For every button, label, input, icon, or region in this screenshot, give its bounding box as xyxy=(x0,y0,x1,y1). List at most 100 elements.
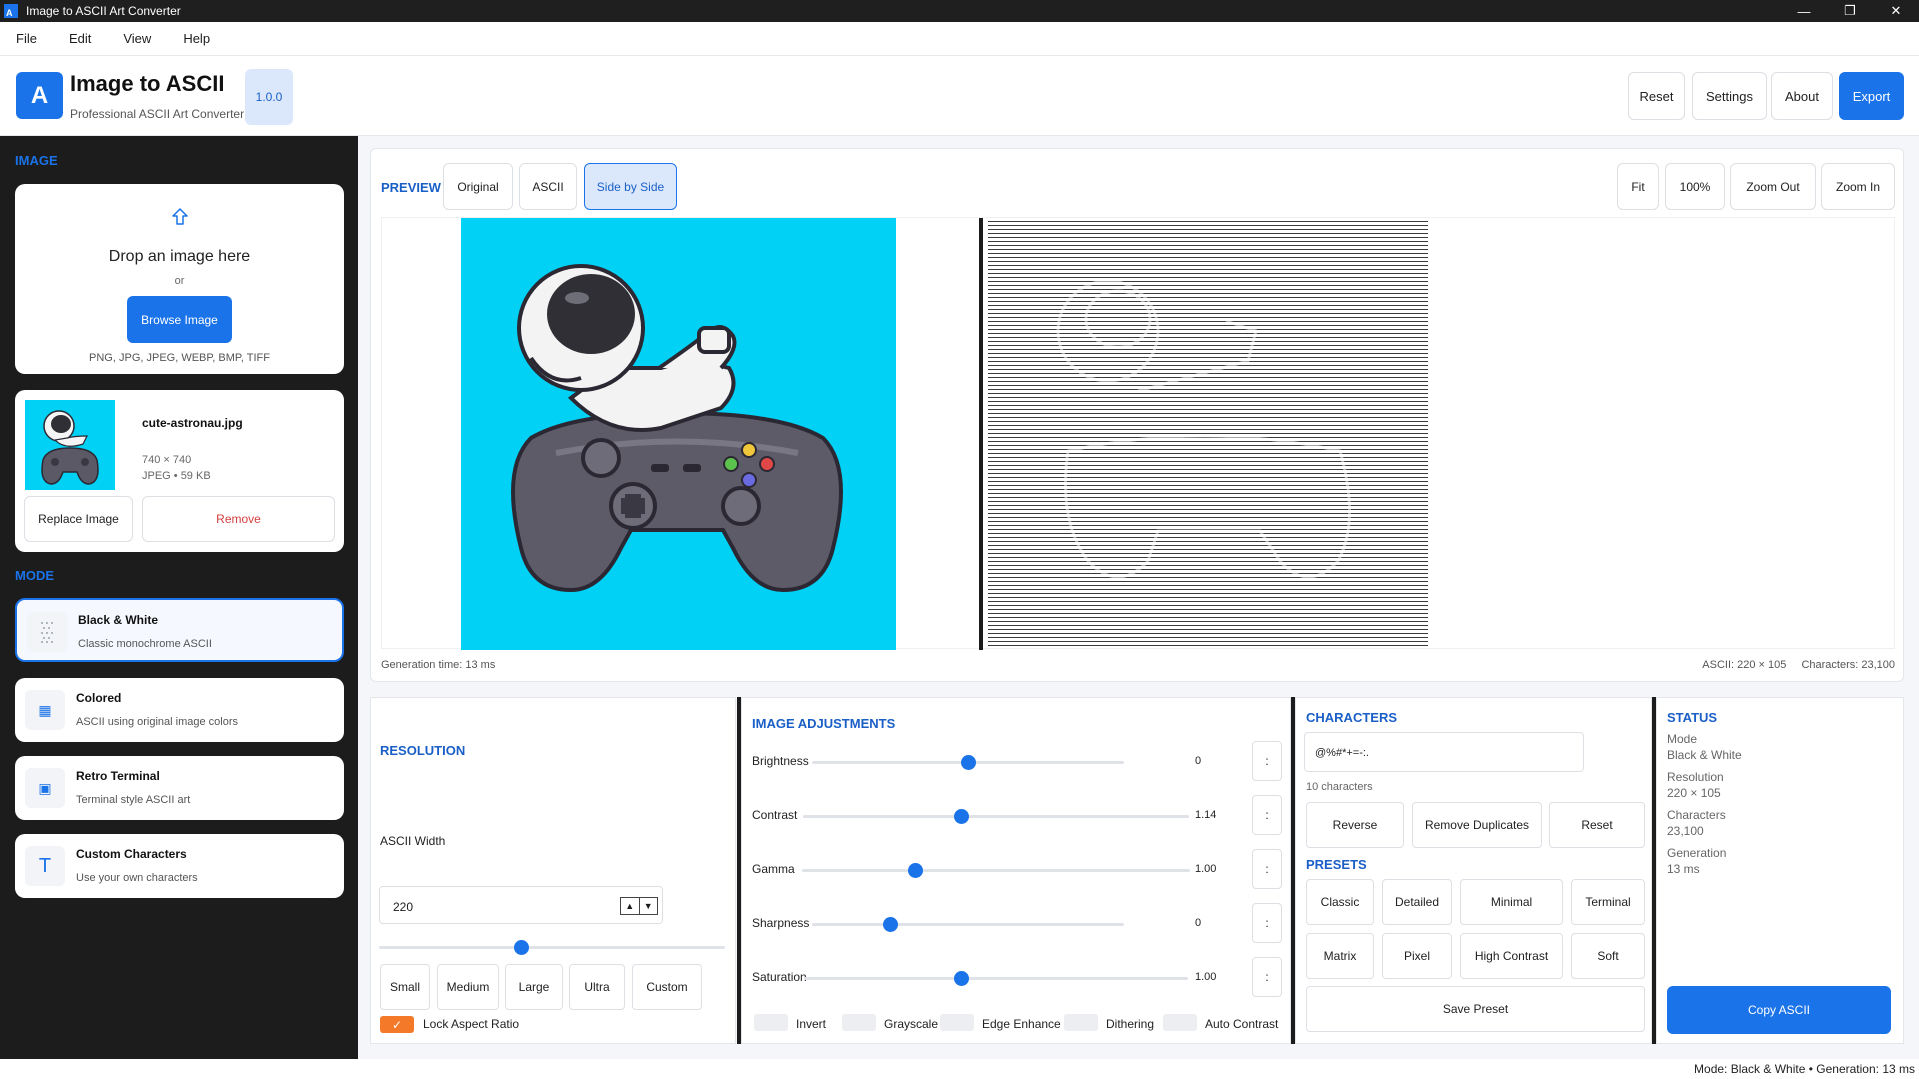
replace-image-button[interactable]: Replace Image xyxy=(24,496,133,542)
zoom-in-button[interactable]: Zoom In xyxy=(1821,163,1895,210)
save-preset-button[interactable]: Save Preset xyxy=(1306,986,1645,1032)
saturation-slider-thumb[interactable] xyxy=(954,971,970,986)
preset-pixel-button[interactable]: Pixel xyxy=(1382,933,1452,979)
file-dimensions: 740 × 740 xyxy=(142,454,192,466)
maximize-icon[interactable]: ❐ xyxy=(1827,0,1873,22)
saturation-options-button[interactable]: : xyxy=(1252,957,1282,997)
gamma-slider-thumb[interactable] xyxy=(907,863,923,878)
menu-help[interactable]: Help xyxy=(167,31,210,46)
brightness-options-button[interactable]: : xyxy=(1252,741,1282,781)
tab-side-by-side[interactable]: Side by Side xyxy=(584,163,677,210)
preset-classic-button[interactable]: Classic xyxy=(1306,879,1374,925)
status-resolution-value: 220 × 105 xyxy=(1667,786,1721,800)
mode-title: Black & White xyxy=(78,613,159,627)
size-small-button[interactable]: Small xyxy=(380,964,430,1010)
preset-terminal-button[interactable]: Terminal xyxy=(1571,879,1645,925)
grayscale-checkbox[interactable] xyxy=(842,1014,876,1031)
mode-section-label: MODE xyxy=(15,568,54,583)
browse-image-button[interactable]: Browse Image xyxy=(127,296,232,343)
characters-title: CHARACTERS xyxy=(1306,710,1397,725)
stepper-up-icon[interactable]: ▲ xyxy=(621,898,640,914)
sharpness-slider-thumb[interactable] xyxy=(883,917,898,932)
reset-characters-button[interactable]: Reset xyxy=(1549,802,1645,848)
brightness-slider-thumb[interactable] xyxy=(961,755,976,770)
size-large-button[interactable]: Large xyxy=(505,964,563,1010)
preview-area[interactable] xyxy=(381,217,1895,650)
file-meta: JPEG • 59 KB xyxy=(142,470,211,482)
character-count: Characters: 23,100 xyxy=(1801,659,1895,671)
zoom-100-button[interactable]: 100% xyxy=(1665,163,1725,210)
menu-file[interactable]: File xyxy=(0,31,37,46)
check-icon: ✓ xyxy=(391,1017,403,1032)
preset-detailed-button[interactable]: Detailed xyxy=(1382,879,1452,925)
reverse-button[interactable]: Reverse xyxy=(1306,802,1404,848)
mode-retro-terminal[interactable]: ▣ Retro Terminal Terminal style ASCII ar… xyxy=(15,756,344,820)
gamma-options-button[interactable]: : xyxy=(1252,849,1282,889)
sharpness-label: Sharpness xyxy=(752,916,810,930)
mode-desc: ASCII using original image colors xyxy=(76,716,239,728)
sharpness-options-button[interactable]: : xyxy=(1252,903,1282,943)
edge-enhance-label: Edge Enhance xyxy=(982,1017,1061,1031)
mode-black-white[interactable]: Black & White Classic monochrome ASCII xyxy=(15,598,344,662)
remove-image-button[interactable]: Remove xyxy=(142,496,335,542)
dithering-checkbox[interactable] xyxy=(1064,1014,1098,1031)
minimize-icon[interactable]: — xyxy=(1781,0,1827,22)
edge-enhance-checkbox[interactable] xyxy=(940,1014,974,1031)
export-button[interactable]: Export xyxy=(1839,72,1904,120)
mode-colored[interactable]: ▦ Colored ASCII using original image col… xyxy=(15,678,344,742)
contrast-slider-thumb[interactable] xyxy=(954,809,970,824)
generation-time: Generation time: 13 ms xyxy=(381,659,496,671)
resolution-title: RESOLUTION xyxy=(380,743,466,758)
terminal-icon: ▣ xyxy=(25,768,65,808)
preset-high-contrast-button[interactable]: High Contrast xyxy=(1460,933,1563,979)
tab-original[interactable]: Original xyxy=(443,163,513,210)
tab-ascii[interactable]: ASCII xyxy=(519,163,577,210)
status-mode-key: Mode xyxy=(1667,732,1698,746)
dotted-grid-icon xyxy=(27,612,67,652)
remove-duplicates-button[interactable]: Remove Duplicates xyxy=(1412,802,1542,848)
width-stepper[interactable]: ▲ ▼ xyxy=(620,897,658,915)
status-generation-value: 13 ms xyxy=(1667,862,1700,876)
invert-checkbox[interactable] xyxy=(754,1014,788,1031)
grid-icon: ▦ xyxy=(25,690,65,730)
split-divider[interactable] xyxy=(979,218,983,650)
stepper-down-icon[interactable]: ▼ xyxy=(640,898,658,914)
close-icon[interactable]: ✕ xyxy=(1873,0,1919,22)
image-adjustments-panel: IMAGE ADJUSTMENTS Brightness 0 : Contras… xyxy=(741,697,1291,1044)
ascii-width-input[interactable]: 220 ▲ ▼ xyxy=(379,886,663,924)
reset-button[interactable]: Reset xyxy=(1628,72,1685,120)
auto-contrast-checkbox[interactable] xyxy=(1163,1014,1197,1031)
dithering-label: Dithering xyxy=(1106,1017,1155,1031)
status-mode-value: Black & White xyxy=(1667,748,1742,762)
size-custom-button[interactable]: Custom xyxy=(632,964,702,1010)
saturation-slider[interactable] xyxy=(804,977,1188,980)
sidebar: IMAGE Drop an image here or Browse Image… xyxy=(0,136,358,1059)
ascii-output xyxy=(988,221,1428,647)
zoom-out-button[interactable]: Zoom Out xyxy=(1730,163,1816,210)
preset-soft-button[interactable]: Soft xyxy=(1571,933,1645,979)
file-name: cute-astronau.jpg xyxy=(142,416,243,430)
preset-matrix-button[interactable]: Matrix xyxy=(1306,933,1374,979)
menu-edit[interactable]: Edit xyxy=(53,31,91,46)
mode-title: Retro Terminal xyxy=(76,769,160,783)
lock-aspect-checkbox[interactable]: ✓ xyxy=(380,1016,414,1033)
contrast-slider[interactable] xyxy=(803,815,1189,818)
size-ultra-button[interactable]: Ultra xyxy=(569,964,625,1010)
size-medium-button[interactable]: Medium xyxy=(437,964,499,1010)
character-set-input[interactable]: @%#*+=-:. xyxy=(1304,732,1584,772)
status-bar-text: Mode: Black & White • Generation: 13 ms xyxy=(1694,1062,1915,1076)
contrast-options-button[interactable]: : xyxy=(1252,795,1282,835)
sharpness-slider[interactable] xyxy=(812,923,1124,926)
drop-zone[interactable]: Drop an image here or Browse Image PNG, … xyxy=(15,184,344,374)
preset-minimal-button[interactable]: Minimal xyxy=(1460,879,1563,925)
copy-ascii-button[interactable]: Copy ASCII xyxy=(1667,986,1891,1034)
mode-custom-characters[interactable]: T Custom Characters Use your own charact… xyxy=(15,834,344,898)
menu-view[interactable]: View xyxy=(107,31,151,46)
gamma-slider[interactable] xyxy=(802,869,1190,872)
about-button[interactable]: About xyxy=(1771,72,1833,120)
fit-button[interactable]: Fit xyxy=(1617,163,1659,210)
ascii-size: ASCII: 220 × 105 xyxy=(1702,659,1787,671)
width-slider[interactable] xyxy=(379,946,725,949)
settings-button[interactable]: Settings xyxy=(1692,72,1767,120)
width-slider-thumb[interactable] xyxy=(513,940,529,955)
